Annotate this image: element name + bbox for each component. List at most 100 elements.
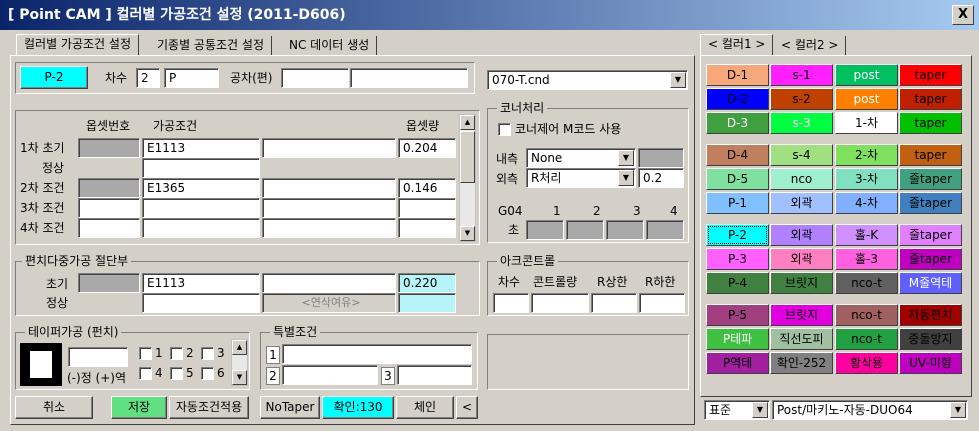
- color-button-26[interactable]: 외곽: [770, 224, 833, 246]
- scroll-down-icon[interactable]: ▼: [460, 226, 475, 241]
- color-button-42[interactable]: 직선도피: [770, 328, 833, 350]
- color-button-18[interactable]: nco: [770, 168, 833, 190]
- color-button-11[interactable]: 1-차: [835, 112, 898, 134]
- inner-select[interactable]: None ▼: [526, 148, 636, 168]
- color-button-3[interactable]: post: [835, 64, 898, 86]
- g04-input-2[interactable]: [566, 220, 604, 240]
- g04-input-3[interactable]: [606, 220, 644, 240]
- color-button-25[interactable]: P-2: [706, 224, 769, 246]
- color-button-36[interactable]: M줄역테: [899, 272, 962, 294]
- corner-mcode-checkbox[interactable]: [498, 123, 511, 136]
- amount-input[interactable]: 0.204: [398, 138, 456, 158]
- special-row1-input[interactable]: [282, 344, 472, 364]
- color-button-35[interactable]: nco-t: [835, 272, 898, 294]
- auto-apply-button[interactable]: 자동조건적용: [169, 396, 249, 419]
- cond-extra-input[interactable]: [262, 178, 396, 198]
- amount-input[interactable]: [398, 218, 456, 238]
- color-button-28[interactable]: 줄taper: [899, 224, 962, 246]
- color-button-38[interactable]: 브릿지: [770, 304, 833, 326]
- confirm-button[interactable]: 확인:130: [322, 396, 394, 419]
- deviation-cond2-input[interactable]: [142, 293, 260, 313]
- taper-check-6[interactable]: [201, 367, 214, 380]
- cond-input[interactable]: [142, 198, 260, 218]
- color-button-1[interactable]: D-1: [706, 64, 769, 86]
- special-row2-input[interactable]: [282, 365, 378, 385]
- deviation-amount-input[interactable]: 0.220: [398, 273, 456, 293]
- color-button-24[interactable]: 줄taper: [899, 192, 962, 214]
- color-button-29[interactable]: P-3: [706, 248, 769, 270]
- special-row3-input[interactable]: [397, 365, 472, 385]
- color-button-7[interactable]: post: [835, 88, 898, 110]
- color-button-34[interactable]: 브릿지: [770, 272, 833, 294]
- color-button-32[interactable]: 줄taper: [899, 248, 962, 270]
- cond-extra-input[interactable]: [262, 138, 396, 158]
- taper-angle-input[interactable]: [68, 347, 128, 367]
- back-button[interactable]: <: [456, 396, 478, 419]
- color-button-46[interactable]: 확인-252: [770, 352, 833, 374]
- chevron-down-icon[interactable]: ▼: [618, 150, 634, 166]
- cond-input[interactable]: E1365: [142, 178, 260, 198]
- conditions-scrollbar[interactable]: ▲ ▼: [459, 114, 476, 242]
- color-button-12[interactable]: taper: [899, 112, 962, 134]
- cancel-button[interactable]: 취소: [15, 396, 93, 419]
- tab-machine-conditions[interactable]: 기종별 공통조건 설정: [150, 36, 272, 56]
- tab-color1[interactable]: < 컬러1 >: [700, 34, 774, 56]
- color-button-17[interactable]: D-5: [706, 168, 769, 190]
- color-button-30[interactable]: 외곽: [770, 248, 833, 270]
- chevron-down-icon[interactable]: ▼: [618, 170, 634, 186]
- taper-check-2[interactable]: [170, 347, 183, 360]
- color-button-40[interactable]: 자동편치: [899, 304, 962, 326]
- order-input[interactable]: 2: [136, 68, 160, 88]
- g04-input-4[interactable]: [646, 220, 684, 240]
- color-button-10[interactable]: s-3: [770, 112, 833, 134]
- outer-num-input[interactable]: 0.2: [638, 168, 684, 188]
- color-button-6[interactable]: s-2: [770, 88, 833, 110]
- color-button-41[interactable]: P테파: [706, 328, 769, 350]
- color-button-2[interactable]: s-1: [770, 64, 833, 86]
- cond-input[interactable]: E1113: [142, 138, 260, 158]
- color-button-39[interactable]: nco-t: [835, 304, 898, 326]
- color-button-5[interactable]: D-2: [706, 88, 769, 110]
- chevron-down-icon[interactable]: ▼: [950, 402, 966, 418]
- color-button-4[interactable]: taper: [899, 64, 962, 86]
- scroll-down-icon[interactable]: ▼: [232, 370, 247, 385]
- taper-check-5[interactable]: [170, 367, 183, 380]
- grind-margin-value[interactable]: [398, 293, 456, 313]
- color-button-47[interactable]: 황삭용: [835, 352, 898, 374]
- color-button-48[interactable]: UV-미형: [899, 352, 962, 374]
- color-button-16[interactable]: taper: [899, 144, 962, 166]
- color-button-33[interactable]: P-4: [706, 272, 769, 294]
- cond-input[interactable]: [142, 218, 260, 238]
- taper-check-3[interactable]: [201, 347, 214, 360]
- std-select[interactable]: 표준 ▼: [704, 400, 770, 420]
- chain-button[interactable]: 체인: [396, 396, 454, 419]
- tab-color2[interactable]: < 컬러2 >: [774, 36, 847, 56]
- cond-input[interactable]: [142, 158, 260, 178]
- offset-input[interactable]: [78, 198, 140, 218]
- arc-amount-input[interactable]: [531, 293, 589, 313]
- color-button-9[interactable]: D-3: [706, 112, 769, 134]
- file-select[interactable]: 070-T.cnd ▼: [487, 70, 688, 90]
- color-button-23[interactable]: 4-차: [835, 192, 898, 214]
- color-button-15[interactable]: 2-차: [835, 144, 898, 166]
- outer-select[interactable]: R처리 ▼: [526, 168, 636, 188]
- inner-num-input[interactable]: [638, 148, 684, 168]
- taper-check-4[interactable]: [139, 367, 152, 380]
- chevron-down-icon[interactable]: ▼: [670, 72, 686, 88]
- color-button-20[interactable]: 줄taper: [899, 168, 962, 190]
- color-button-13[interactable]: D-4: [706, 144, 769, 166]
- tolerance-input-2[interactable]: [350, 68, 468, 88]
- taper-scrollbar[interactable]: ▲ ▼: [231, 339, 248, 386]
- scroll-thumb[interactable]: [460, 131, 475, 183]
- offset-input[interactable]: [78, 218, 140, 238]
- post-select[interactable]: Post/마키노-자동-DUO64 ▼: [772, 400, 968, 420]
- offset-input[interactable]: [78, 138, 140, 158]
- color-button-21[interactable]: P-1: [706, 192, 769, 214]
- g04-input-1[interactable]: [526, 220, 564, 240]
- color-button-22[interactable]: 외곽: [770, 192, 833, 214]
- color-button-43[interactable]: nco-t: [835, 328, 898, 350]
- color-button-14[interactable]: s-4: [770, 144, 833, 166]
- arc-order-input[interactable]: [493, 293, 529, 313]
- color-button-37[interactable]: P-5: [706, 304, 769, 326]
- tab-color-conditions[interactable]: 컬러별 가공조건 설정: [16, 34, 139, 56]
